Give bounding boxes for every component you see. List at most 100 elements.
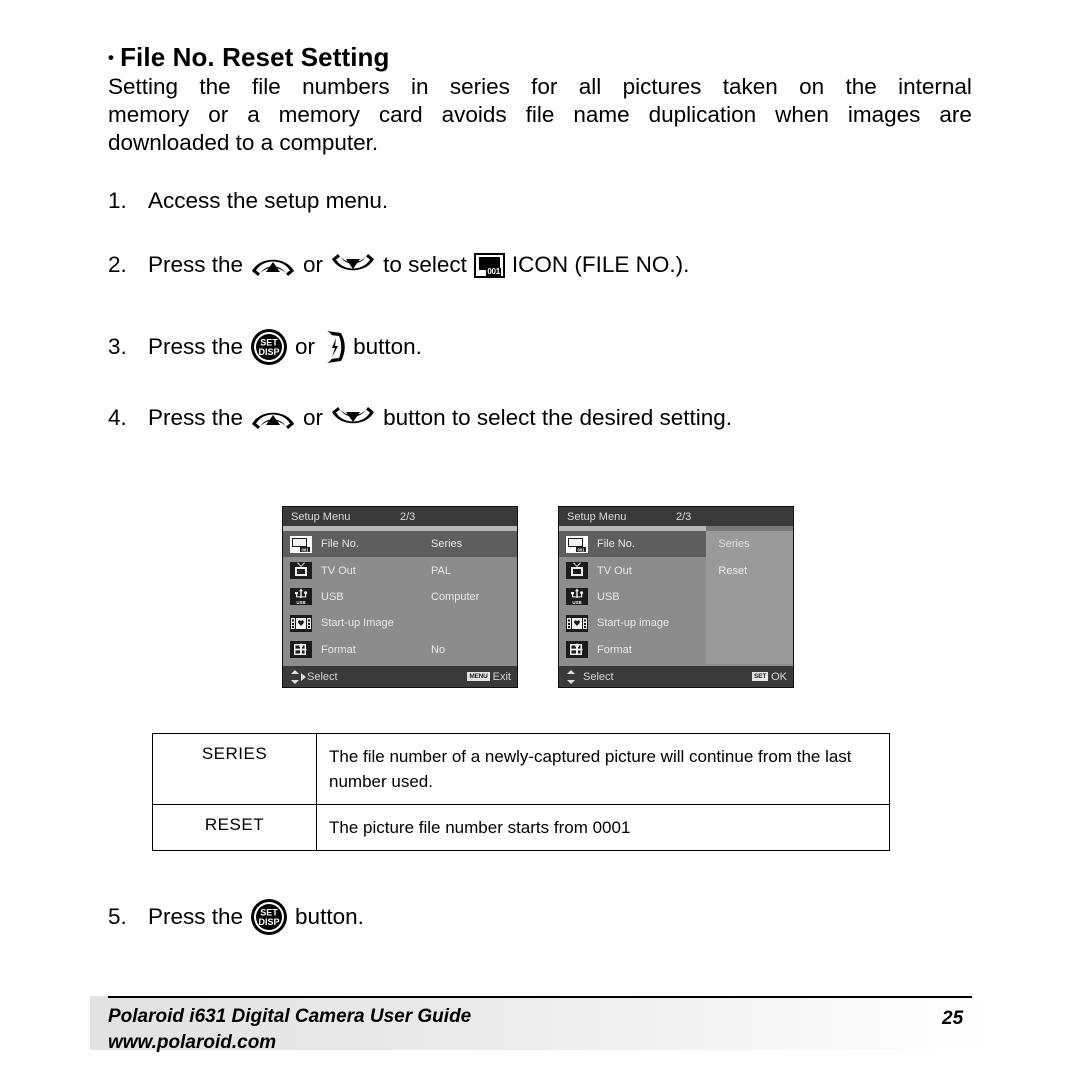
step-1: 1. Access the setup menu. [108,188,388,214]
page-title-text: File No. Reset Setting [120,42,390,72]
menu-row[interactable]: Start-up Image [283,610,517,636]
menu-row-label: USB [321,590,344,603]
menu-row-label: TV Out [321,564,356,577]
step-1-text: Access the setup menu. [148,188,389,213]
menu-row[interactable]: 001 File No. Series [283,531,517,558]
up-arrow-button-icon [250,252,296,278]
svg-text:SET: SET [260,908,278,918]
lcd-right-title: Setup Menu [567,510,627,523]
step-3-text-a: Press the [148,334,244,359]
file-no-icon-number: 001 [486,266,501,276]
set-badge: SET [752,672,769,681]
up-down-arrows-icon [566,670,576,687]
table-row: RESET The picture file number starts from… [152,804,890,851]
file-no-icon: 001 [290,535,312,553]
menu-row-value: Computer [431,590,480,603]
step-2-text-a: Press the [148,252,244,277]
lcd-left-footer-select: Select [307,670,338,683]
lcd-left-footer: Select MENU Exit [283,666,517,687]
menu-row[interactable]: TV Out [559,557,793,583]
manual-page: • File No. Reset Setting Setting the file nu… [0,0,1080,1080]
format-icon [566,641,588,659]
menu-badge: MENU [467,672,490,681]
menu-row[interactable]: USB USB [559,584,793,610]
table-cell-key: RESET [152,804,317,851]
setup-menu-screenshot-right: Setup Menu 2/3 Series Reset 001 File No. TV… [558,506,794,688]
set-disp-button-icon: SET DISP [250,898,288,936]
svg-text:001: 001 [578,547,586,552]
step-3-text-c: button. [353,334,422,359]
menu-row[interactable]: Format No [283,637,517,663]
menu-row-label: File No. [321,538,359,551]
footer-page-number: 25 [942,1008,964,1029]
step-5: 5. Press the SET DISP button. [108,898,364,936]
file-no-icon: 001 [473,252,505,278]
table-cell-value: The picture file number starts from 0001 [316,804,890,851]
menu-row[interactable]: USB USB Computer [283,584,517,610]
step-2: 2. Press the or to select 001 ICON (FILE… [108,252,689,278]
lcd-left-page: 2/3 [400,510,416,523]
file-no-icon: 001 [566,535,588,553]
intro-line-3: downloaded to a computer. [108,130,379,155]
lcd-right-ok-label: OK [771,670,787,683]
tv-out-icon [290,562,312,580]
intro-line-2: memory or a memory card avoids file name duplica… [108,102,972,127]
step-4: 4. Press the or button to select the des… [108,405,732,431]
lcd-left-titlebar: Setup Menu 2/3 [283,507,517,526]
menu-row-label: Format [597,643,632,656]
table-row: SERIES The file number of a newly-capture… [152,733,890,805]
step-1-number: 1. [108,188,127,213]
table-cell-key: SERIES [152,733,317,805]
svg-text:DISP: DISP [259,917,280,927]
footer-divider [108,996,972,998]
step-4-text-a: Press the [148,405,244,430]
menu-row-value: Series [431,538,463,551]
set-disp-button-icon: SET DISP [250,328,288,366]
menu-row-label: TV Out [597,564,632,577]
down-arrow-button-icon [330,252,376,278]
table-cell-value: The file number of a newly-captured pict… [316,733,890,805]
svg-text:USB: USB [572,600,581,605]
menu-row[interactable]: TV Out PAL [283,557,517,583]
svg-text:USB: USB [296,600,305,605]
lcd-right-footer-action: SET OK [752,671,787,683]
step-5-number: 5. [108,904,127,929]
page-title: • File No. Reset Setting [108,42,390,73]
start-up-image-icon [290,614,312,632]
down-arrow-button-icon [330,405,376,431]
step-4-text-b: or [303,405,324,430]
menu-row[interactable]: Start-up image [559,610,793,636]
bullet-icon: • [108,48,115,67]
svg-text:001: 001 [302,547,310,552]
settings-table: SERIES The file number of a newly-capture… [152,733,890,851]
lcd-right-footer: Select SET OK [559,666,793,687]
menu-row-label: USB [597,590,620,603]
step-3-text-b: or [295,334,316,359]
menu-row-value: No [431,643,446,656]
menu-row-label: Start-up Image [321,617,394,630]
footer-url[interactable]: www.polaroid.com [108,1032,276,1054]
step-3: 3. Press the SET DISP or button. [108,328,422,366]
menu-row-label: File No. [597,538,635,551]
menu-row-value: PAL [431,564,451,577]
intro-paragraph: Setting the file numbers in series for all pictu… [108,73,972,157]
lcd-right-page: 2/3 [676,510,692,523]
menu-row[interactable]: 001 File No. [559,531,707,558]
step-5-text-c: button. [295,904,364,929]
step-2-text-c: to select [383,252,467,277]
svg-text:DISP: DISP [259,347,280,357]
step-2-text-b: or [303,252,324,277]
step-4-text-c: button to select the desired setting. [383,405,733,430]
svg-text:SET: SET [260,338,278,348]
tv-out-icon [566,562,588,580]
lcd-left-body: 001 File No. Series TV Out PAL USB USB Computer… [283,531,517,664]
page-footer: Polaroid i631 Digital Camera User Guide … [0,996,1080,1056]
lcd-left-exit-label: Exit [492,670,511,683]
lcd-right-footer-select: Select [583,670,614,683]
lcd-right-body: Series Reset 001 File No. TV Out USB USB Start… [559,531,793,664]
step-3-number: 3. [108,334,127,359]
up-arrow-button-icon [250,405,296,431]
menu-row[interactable]: Format [559,637,793,663]
step-4-number: 4. [108,405,127,430]
footer-title: Polaroid i631 Digital Camera User Guide [108,1006,472,1027]
